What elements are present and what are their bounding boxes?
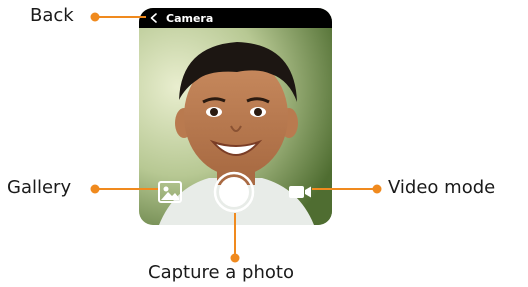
- callout-capture: Capture a photo: [148, 262, 294, 283]
- callout-gallery: Gallery: [7, 177, 72, 198]
- video-leader-dot: [372, 184, 382, 194]
- callout-leaders: [90, 12, 382, 263]
- callout-video-mode: Video mode: [388, 177, 496, 198]
- back-leader-dot: [90, 12, 100, 22]
- callout-back: Back: [30, 5, 74, 26]
- gallery-leader-dot: [90, 184, 100, 194]
